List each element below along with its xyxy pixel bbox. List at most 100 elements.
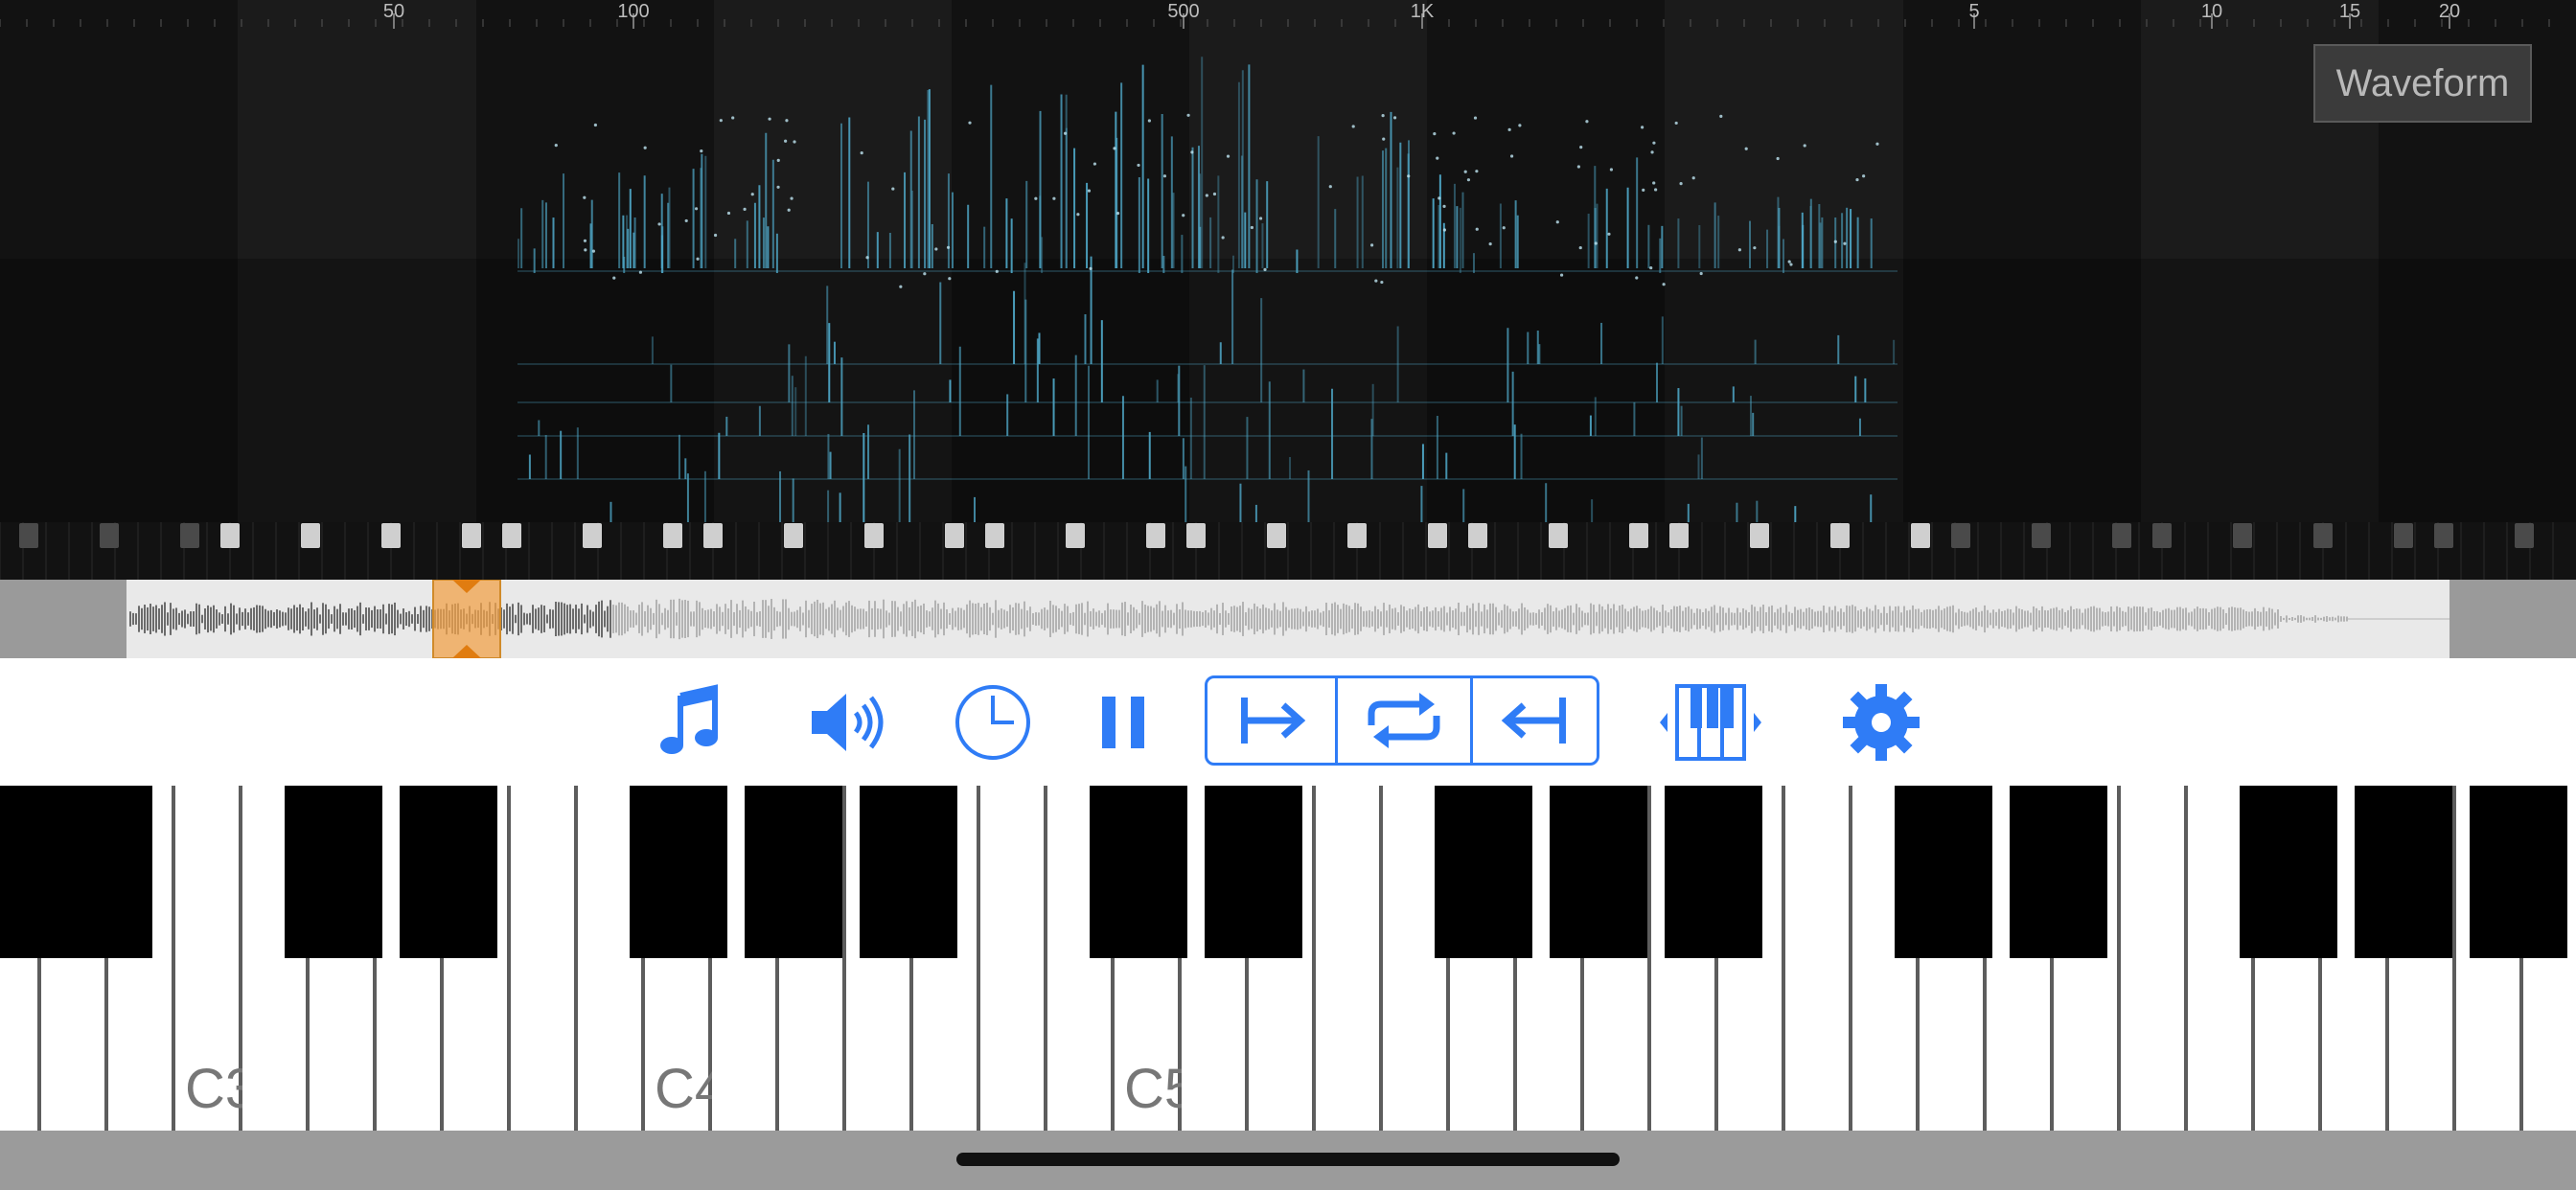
freq-tick-label: 1K <box>1411 1 1435 22</box>
tempo-button[interactable] <box>947 679 1039 766</box>
spectral-dot <box>1087 189 1092 193</box>
spectral-dot <box>1052 196 1056 200</box>
white-key-a[interactable] <box>511 786 578 1131</box>
spectral-dot <box>1438 196 1441 200</box>
black-key[interactable] <box>2355 786 2452 958</box>
spectral-dot <box>1579 146 1583 149</box>
black-key[interactable] <box>400 786 497 958</box>
repeat-icon <box>1368 693 1440 748</box>
black-key[interactable] <box>2240 786 2337 958</box>
freq-tick-label: 15 <box>2339 1 2360 22</box>
spectral-dot <box>1182 214 1185 217</box>
spectral-dot <box>776 158 780 162</box>
white-key-f[interactable] <box>1316 786 1383 1131</box>
spectral-dot <box>946 245 951 249</box>
mini-key <box>2434 523 2453 548</box>
mini-key <box>945 523 964 548</box>
spectral-dot <box>1833 240 1837 243</box>
settings-button[interactable] <box>1835 679 1927 766</box>
mini-key <box>2112 523 2131 548</box>
spectral-dot <box>1585 120 1589 124</box>
spectral-dot <box>1875 142 1879 146</box>
mini-key <box>19 523 38 548</box>
black-key[interactable] <box>1550 786 1647 958</box>
black-key[interactable] <box>285 786 382 958</box>
spectral-dot <box>934 247 938 251</box>
black-key[interactable] <box>2470 786 2567 958</box>
black-key[interactable] <box>55 786 152 958</box>
freq-tick-label: 500 <box>1167 1 1199 22</box>
loop-toggle-button[interactable] <box>1338 678 1470 763</box>
mini-key <box>1911 523 1930 548</box>
home-indicator[interactable] <box>956 1153 1620 1166</box>
spectral-dot <box>1212 192 1217 196</box>
spectral-dot <box>1436 156 1439 160</box>
spectral-dot <box>1744 147 1748 150</box>
keyboard-range-button[interactable] <box>1658 679 1763 766</box>
black-key[interactable] <box>1895 786 1992 958</box>
mini-key <box>1066 523 1085 548</box>
loop-controls <box>1205 675 1599 766</box>
spectral-dot <box>891 187 895 191</box>
mini-key <box>703 523 723 548</box>
white-key-f[interactable] <box>1785 786 1852 1131</box>
white-key-a[interactable] <box>980 786 1047 1131</box>
freq-tick-label: 100 <box>617 1 649 22</box>
mini-key <box>1830 523 1850 548</box>
black-key[interactable] <box>745 786 842 958</box>
black-key[interactable] <box>1665 786 1762 958</box>
spectral-dot <box>1662 283 1666 286</box>
spectral-dot <box>1518 124 1522 127</box>
spectral-dot <box>1609 168 1614 172</box>
black-key[interactable] <box>1435 786 1532 958</box>
spectral-dot <box>684 218 688 223</box>
mini-key <box>864 523 884 548</box>
set-loop-start-button[interactable] <box>1208 678 1335 763</box>
freq-tick-label: 5 <box>1968 1 1979 22</box>
volume-button[interactable] <box>803 679 895 766</box>
transport-toolbar <box>0 658 2576 786</box>
mini-key <box>100 523 119 548</box>
spectral-dot <box>593 123 597 127</box>
black-key[interactable] <box>1205 786 1302 958</box>
mini-key <box>301 523 320 548</box>
spectrum-lower-shade <box>0 259 2576 522</box>
mini-key <box>1428 523 1447 548</box>
black-key[interactable] <box>860 786 957 958</box>
spectral-dot <box>865 256 869 260</box>
music-note-button[interactable] <box>644 679 736 766</box>
spectral-dot <box>731 116 735 120</box>
mini-key <box>2394 523 2413 548</box>
spectral-dot <box>1351 125 1355 128</box>
spectral-dot <box>1649 265 1653 270</box>
piano-keyboard[interactable]: C3 C4 C5 <box>0 786 2576 1131</box>
spectral-dot <box>1433 131 1437 136</box>
spectral-dot <box>1162 174 1167 178</box>
spectral-dot <box>1679 181 1683 186</box>
spectral-dot <box>1578 245 1582 250</box>
waveform-toggle-button[interactable]: Waveform <box>2313 44 2532 123</box>
freq-tick-label: 10 <box>2201 1 2222 22</box>
white-key-d[interactable] <box>2121 786 2188 1131</box>
black-key[interactable] <box>630 786 727 958</box>
spectral-dot <box>793 140 796 144</box>
waveform-overview[interactable] <box>0 580 2576 658</box>
set-loop-end-button[interactable] <box>1473 678 1597 763</box>
mini-key <box>1750 523 1769 548</box>
spectrum-view[interactable]: 50 100 500 1K 5 10 15 20 Waveform <box>0 0 2576 580</box>
black-key[interactable] <box>1090 786 1187 958</box>
mini-key <box>1549 523 1568 548</box>
spectral-dot <box>1382 137 1386 141</box>
spectral-dot <box>1092 162 1097 166</box>
black-key[interactable] <box>2010 786 2107 958</box>
spectral-dot <box>1862 174 1866 178</box>
spectral-dot <box>1559 273 1564 277</box>
mini-key <box>180 523 199 548</box>
spectral-dot <box>1502 226 1506 230</box>
spectral-dot <box>726 211 731 216</box>
spectrogram-canvas: 50 100 500 1K 5 10 15 20 <box>0 0 2576 580</box>
pause-button[interactable] <box>1077 679 1169 766</box>
playhead-marker[interactable] <box>432 580 501 658</box>
spectral-dot <box>1699 271 1703 276</box>
mini-key <box>1186 523 1206 548</box>
